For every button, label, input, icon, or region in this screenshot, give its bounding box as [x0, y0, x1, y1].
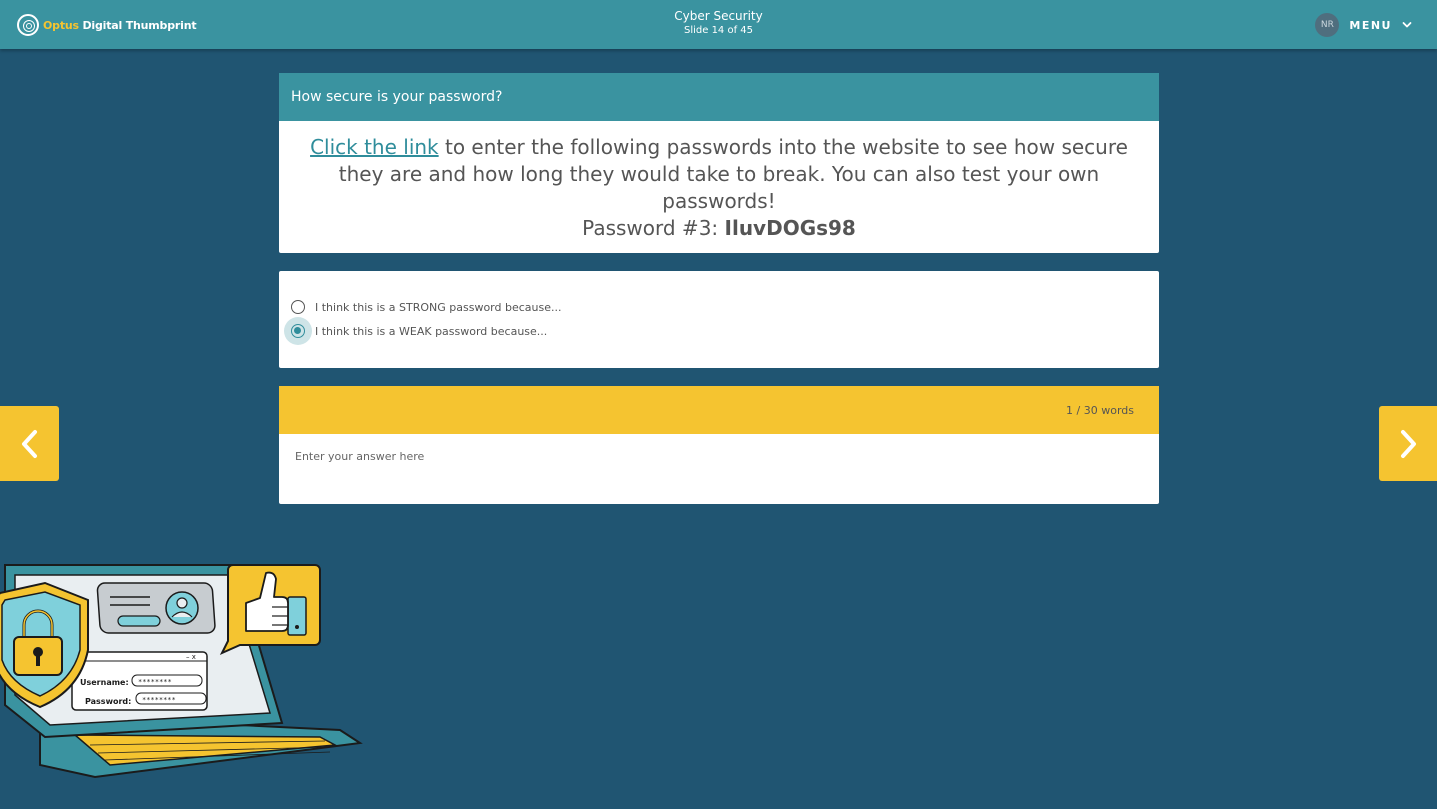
- illustration-username-label: Username:: [80, 678, 129, 687]
- radio-weak[interactable]: [284, 317, 312, 345]
- option-weak-label: I think this is a WEAK password because.…: [315, 324, 548, 338]
- option-strong[interactable]: I think this is a STRONG password becaus…: [291, 300, 561, 314]
- slide-counter: Slide 14 of 45: [683, 25, 754, 36]
- instruction-text: to enter the following passwords into th…: [338, 135, 1128, 213]
- question-card: How secure is your password? Click the l…: [279, 73, 1159, 253]
- answer-card: 1 / 30 words: [279, 386, 1159, 504]
- option-weak[interactable]: I think this is a WEAK password because.…: [284, 317, 548, 345]
- password-label: Password #3:: [582, 216, 725, 240]
- password-line: Password #3: IluvDOGs98: [299, 215, 1139, 242]
- next-slide-button[interactable]: [1379, 406, 1437, 481]
- word-count: 1 / 30 words: [1066, 404, 1134, 417]
- illustration-password-label: Password:: [85, 697, 131, 706]
- answer-header: 1 / 30 words: [279, 386, 1159, 434]
- question-heading: How secure is your password?: [279, 73, 1159, 121]
- top-bar: Optus Digital Thumbprint Cyber Security …: [0, 0, 1437, 49]
- option-strong-label: I think this is a STRONG password becaus…: [315, 300, 562, 314]
- illustration-username-value: ********: [138, 678, 172, 686]
- menu-button[interactable]: MENU: [1349, 19, 1392, 32]
- options-card: I think this is a STRONG password becaus…: [279, 271, 1159, 368]
- previous-slide-button[interactable]: [0, 406, 59, 481]
- chevron-down-icon[interactable]: [1402, 20, 1412, 30]
- password-value: IluvDOGs98: [724, 216, 856, 240]
- laptop-security-illustration: – x Username: ******** Password: *******…: [0, 564, 363, 779]
- chevron-left-icon: [21, 429, 37, 458]
- radio-strong[interactable]: [291, 300, 305, 314]
- title-block: Cyber Security Slide 14 of 45: [0, 9, 1437, 38]
- course-title: Cyber Security: [674, 9, 763, 23]
- illustration-password-value: ********: [142, 696, 176, 704]
- avatar[interactable]: NR: [1315, 13, 1340, 37]
- question-body: Click the link to enter the following pa…: [279, 121, 1159, 242]
- chevron-right-icon: [1401, 429, 1416, 458]
- answer-input[interactable]: [279, 434, 1159, 504]
- password-checker-link[interactable]: Click the link: [310, 135, 439, 159]
- user-menu[interactable]: NR MENU: [1315, 13, 1412, 37]
- svg-text:– x: – x: [186, 653, 196, 661]
